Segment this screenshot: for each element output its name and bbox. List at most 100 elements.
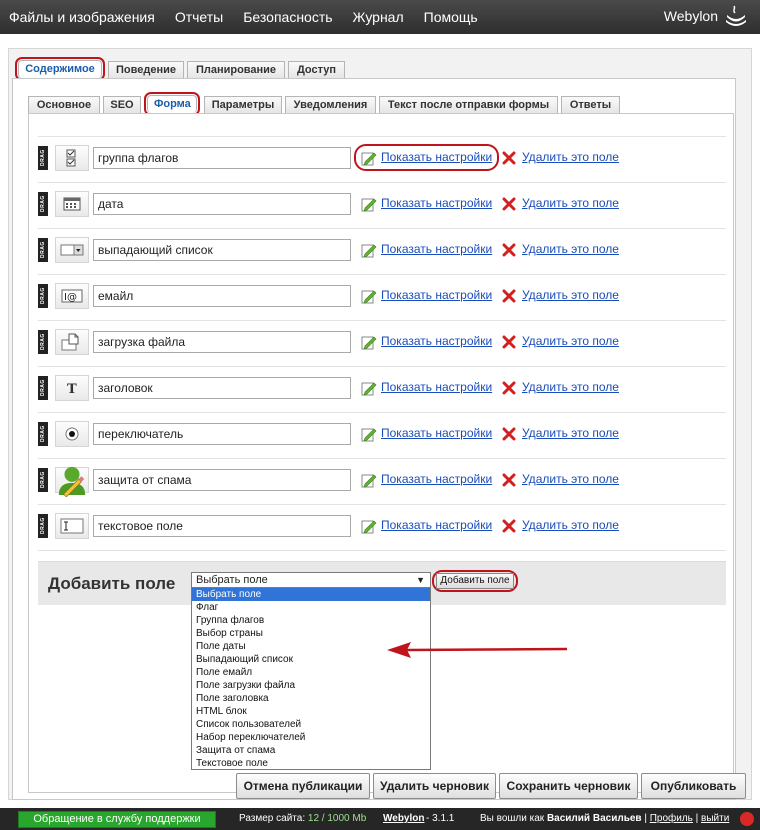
dropdown-option[interactable]: Группа флагов xyxy=(192,614,430,627)
delete-icon[interactable] xyxy=(502,243,516,257)
brand-link[interactable]: Webylon xyxy=(383,813,424,824)
show-settings-link[interactable]: Показать настройки xyxy=(381,426,492,440)
tab-behavior[interactable]: Поведение xyxy=(108,61,184,79)
dropdown-option[interactable]: Поле загрузки файла xyxy=(192,679,430,692)
delete-draft-button[interactable]: Удалить черновик xyxy=(373,773,496,799)
field-title-input[interactable] xyxy=(93,285,351,307)
tab-notifications[interactable]: Уведомления xyxy=(285,96,376,114)
delete-field-link[interactable]: Удалить это поле xyxy=(522,288,619,302)
tab-seo[interactable]: SEO xyxy=(103,96,141,114)
menu-reports[interactable]: Отчеты xyxy=(175,9,223,25)
delete-field-link[interactable]: Удалить это поле xyxy=(522,472,619,486)
field-type-select[interactable]: Выбрать поле ▼ xyxy=(191,572,431,588)
delete-field-link[interactable]: Удалить это поле xyxy=(522,242,619,256)
tab-form[interactable]: Форма xyxy=(144,92,200,116)
row-separator xyxy=(38,320,726,321)
tab-planning[interactable]: Планирование xyxy=(187,61,285,79)
field-title-input[interactable] xyxy=(93,377,351,399)
logo-cup-icon xyxy=(726,5,746,26)
menu-files[interactable]: Файлы и изображения xyxy=(9,9,155,25)
edit-icon[interactable] xyxy=(361,288,377,304)
show-settings-link[interactable]: Показать настройки xyxy=(381,242,492,256)
drag-handle[interactable]: DRAG xyxy=(38,238,48,262)
show-settings-link[interactable]: Показать настройки xyxy=(381,518,492,532)
edit-icon[interactable] xyxy=(361,426,377,442)
dropdown-option[interactable]: Текстовое поле xyxy=(192,757,430,770)
dropdown-option[interactable]: Защита от спама xyxy=(192,744,430,757)
drag-handle[interactable]: DRAG xyxy=(38,330,48,354)
delete-field-link[interactable]: Удалить это поле xyxy=(522,334,619,348)
field-title-input[interactable] xyxy=(93,193,351,215)
tab-answers[interactable]: Ответы xyxy=(561,96,620,114)
edit-icon[interactable] xyxy=(361,334,377,350)
add-field-button[interactable]: Добавить поле xyxy=(436,573,514,589)
tab-content[interactable]: Содержимое xyxy=(15,57,105,81)
show-settings-link[interactable]: Показать настройки xyxy=(381,380,492,394)
svg-text:T: T xyxy=(67,382,77,396)
drag-handle[interactable]: DRAG xyxy=(38,422,48,446)
delete-icon[interactable] xyxy=(502,151,516,165)
chevron-down-icon: ▼ xyxy=(416,575,425,585)
support-button[interactable]: Обращение в службу поддержки xyxy=(18,811,216,828)
edit-icon[interactable] xyxy=(361,196,377,212)
drag-handle[interactable]: DRAG xyxy=(38,192,48,216)
tab-after-submit-text[interactable]: Текст после отправки формы xyxy=(379,96,558,114)
delete-field-link[interactable]: Удалить это поле xyxy=(522,518,619,532)
dropdown-option[interactable]: Поле заголовка xyxy=(192,692,430,705)
show-settings-link[interactable]: Показать настройки xyxy=(381,288,492,302)
field-type-icon xyxy=(55,466,89,497)
tab-parameters[interactable]: Параметры xyxy=(204,96,282,114)
logged-prefix: Вы вошли как xyxy=(480,813,545,824)
delete-icon[interactable] xyxy=(502,335,516,349)
power-icon[interactable] xyxy=(740,812,754,826)
row-separator xyxy=(38,182,726,183)
dropdown-option[interactable]: Выбрать поле xyxy=(192,588,430,601)
dropdown-option[interactable]: Поле емайл xyxy=(192,666,430,679)
tab-basic[interactable]: Основное xyxy=(28,96,100,114)
logo-text: Webylon xyxy=(663,8,718,24)
drag-handle[interactable]: DRAG xyxy=(38,376,48,400)
logout-link[interactable]: выйти xyxy=(701,813,729,824)
delete-field-link[interactable]: Удалить это поле xyxy=(522,150,619,164)
field-title-input[interactable] xyxy=(93,147,351,169)
delete-icon[interactable] xyxy=(502,427,516,441)
show-settings-link[interactable]: Показать настройки xyxy=(381,472,492,486)
edit-icon[interactable] xyxy=(361,518,377,534)
svg-text:I@: I@ xyxy=(64,292,77,303)
drag-handle[interactable]: DRAG xyxy=(38,284,48,308)
profile-link[interactable]: Профиль xyxy=(650,813,693,824)
menu-journal[interactable]: Журнал xyxy=(353,9,404,25)
field-title-input[interactable] xyxy=(93,469,351,491)
delete-icon[interactable] xyxy=(502,519,516,533)
edit-icon[interactable] xyxy=(361,472,377,488)
edit-icon[interactable] xyxy=(361,242,377,258)
delete-icon[interactable] xyxy=(502,381,516,395)
drag-handle[interactable]: DRAG xyxy=(38,468,48,492)
edit-icon[interactable] xyxy=(361,380,377,396)
dropdown-option[interactable]: Список пользователей xyxy=(192,718,430,731)
show-settings-link[interactable]: Показать настройки xyxy=(381,334,492,348)
delete-field-link[interactable]: Удалить это поле xyxy=(522,380,619,394)
field-title-input[interactable] xyxy=(93,331,351,353)
drag-handle[interactable]: DRAG xyxy=(38,146,48,170)
drag-handle[interactable]: DRAG xyxy=(38,514,48,538)
save-draft-button[interactable]: Сохранить черновик xyxy=(499,773,638,799)
dropdown-option[interactable]: HTML блок xyxy=(192,705,430,718)
delete-field-link[interactable]: Удалить это поле xyxy=(522,426,619,440)
dropdown-option[interactable]: Флаг xyxy=(192,601,430,614)
field-title-input[interactable] xyxy=(93,515,351,537)
menu-help[interactable]: Помощь xyxy=(424,9,478,25)
field-title-input[interactable] xyxy=(93,239,351,261)
delete-icon[interactable] xyxy=(502,289,516,303)
delete-field-link[interactable]: Удалить это поле xyxy=(522,196,619,210)
delete-icon[interactable] xyxy=(502,473,516,487)
unpublish-button[interactable]: Отмена публикации xyxy=(236,773,370,799)
menu-security[interactable]: Безопасность xyxy=(243,9,332,25)
delete-icon[interactable] xyxy=(502,197,516,211)
publish-button[interactable]: Опубликовать xyxy=(641,773,746,799)
field-title-input[interactable] xyxy=(93,423,351,445)
dropdown-option[interactable]: Набор переключателей xyxy=(192,731,430,744)
field-type-icon xyxy=(55,421,89,447)
show-settings-link[interactable]: Показать настройки xyxy=(381,196,492,210)
tab-access[interactable]: Доступ xyxy=(288,61,345,79)
